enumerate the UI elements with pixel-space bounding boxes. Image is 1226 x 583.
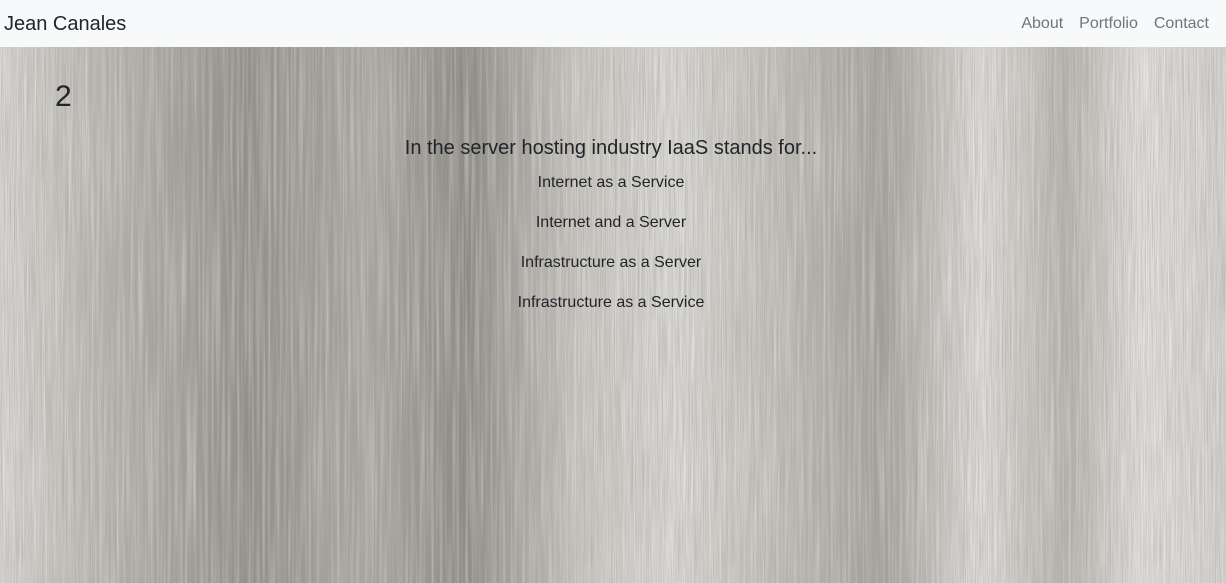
question-block: In the server hosting industry IaaS stan… [0,135,1222,333]
brand-logo[interactable]: Jean Canales [4,14,126,34]
question-number: 2 [55,80,72,113]
nav-link-portfolio[interactable]: Portfolio [1079,15,1138,33]
nav-link-contact[interactable]: Contact [1154,15,1209,33]
answer-option-1[interactable]: Internet as a Service [481,173,741,193]
question-text: In the server hosting industry IaaS stan… [404,137,818,159]
answer-option-2[interactable]: Internet and a Server [481,213,741,233]
nav-links: About Portfolio Contact [1021,15,1209,33]
navbar: Jean Canales About Portfolio Contact [0,0,1226,47]
nav-link-about[interactable]: About [1021,15,1063,33]
answer-option-3[interactable]: Infrastructure as a Server [481,253,741,273]
answer-option-4[interactable]: Infrastructure as a Service [481,293,741,313]
